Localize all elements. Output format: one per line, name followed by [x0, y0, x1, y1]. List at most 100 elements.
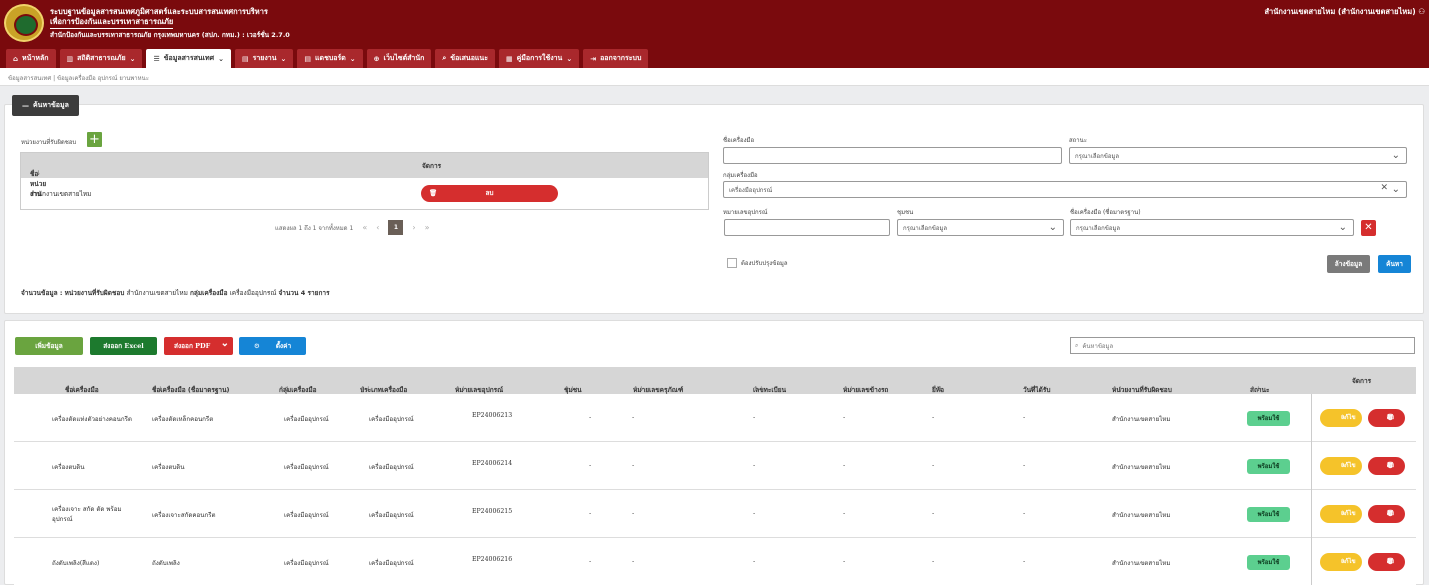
- cell-side-no: -: [843, 558, 846, 565]
- status-select[interactable]: กรุณาเลือกข้อมูล ⌄: [1069, 147, 1407, 164]
- delete-button[interactable]: 🗑 ลบ: [1368, 409, 1405, 427]
- nav-information[interactable]: ☰ ข้อมูลสารสนเทศ ⌄: [146, 49, 231, 68]
- export-excel-button[interactable]: ส่งออก Excel: [90, 337, 157, 355]
- delete-button[interactable]: 🗑 ลบ: [1368, 505, 1405, 523]
- cell-agency: สำนักงานเขตสายไหม: [1112, 416, 1171, 423]
- chevron-down-icon: ⌄: [280, 54, 287, 63]
- pager-info: แสดงผล 1 ถึง 1 จากทั้งหมด 1: [275, 224, 354, 232]
- cell-reg-no: -: [753, 462, 756, 469]
- equipment-table: ชื่อเครื่องมือ ↑↓ ชื่อเครื่องมือ (ชื่อมา…: [14, 367, 1416, 585]
- tool-name-input[interactable]: [723, 147, 1062, 164]
- cell-name: เครื่องตัดแท่งตัวอย่างคอนกรีต: [52, 416, 132, 423]
- community-label: ชุมชน: [897, 209, 914, 216]
- nav-logout[interactable]: ⇥ ออกจากระบบ: [583, 49, 649, 68]
- cell-community: -: [589, 510, 592, 517]
- group-select[interactable]: เครื่องมืออุปกรณ์ ✕ ⌄: [723, 181, 1407, 198]
- cell-equip-no: EP24006213: [472, 412, 513, 419]
- user-menu[interactable]: สำนักงานเขตสายไหม (สำนักงานเขตสายไหม) ⚇: [1264, 6, 1425, 18]
- cell-brand: -: [932, 414, 935, 421]
- clear-icon[interactable]: ✕: [1380, 183, 1388, 193]
- first-page-icon[interactable]: «: [362, 223, 367, 232]
- file-icon: ▤: [304, 54, 312, 63]
- delete-label: ลบ: [1386, 414, 1395, 421]
- community-placeholder: กรุณาเลือกข้อมูล: [903, 224, 948, 232]
- delete-label: ลบ: [485, 189, 494, 197]
- cell-name: ถังดับเพลิง(สีแดง): [52, 560, 100, 567]
- summary-group: เครื่องมืออุปกรณ์: [229, 289, 277, 297]
- chevron-down-icon: ⌄: [129, 54, 136, 63]
- cell-community: -: [589, 558, 592, 565]
- nav-statistics[interactable]: ▥ สถิติสาธารณภัย ⌄: [59, 49, 143, 68]
- nav-manual[interactable]: ▦ คู่มือการใช้งาน ⌄: [498, 49, 580, 68]
- delete-agency-button[interactable]: 🗑 ลบ: [421, 185, 558, 202]
- divider: [1311, 442, 1312, 490]
- sort-icon: ↑↓: [932, 385, 943, 393]
- last-page-icon[interactable]: »: [425, 223, 430, 232]
- sort-icon: ↑↓: [455, 385, 466, 393]
- edit-label: แก้ไข: [1341, 414, 1356, 421]
- status-label: สถานะ: [1069, 137, 1087, 144]
- clear-std-button[interactable]: ✕: [1361, 220, 1376, 236]
- cell-group: เครื่องมืออุปกรณ์: [284, 416, 329, 423]
- cell-date: -: [1023, 414, 1026, 421]
- next-page-icon[interactable]: ›: [412, 223, 415, 232]
- table-search-input[interactable]: ⌕ ค้นหาข้อมูล: [1070, 337, 1415, 354]
- nav-label: คู่มือการใช้งาน: [516, 54, 563, 62]
- equip-no-label: หมายเลขอุปกรณ์: [723, 209, 768, 216]
- cell-reg-no: -: [753, 510, 756, 517]
- cell-side-no: -: [843, 414, 846, 421]
- cell-type: เครื่องมืออุปกรณ์: [369, 560, 414, 567]
- export-pdf-button[interactable]: ส่งออก PDF ⌄: [164, 337, 233, 355]
- std-name-select[interactable]: กรุณาเลือกข้อมูล ⌄: [1070, 219, 1354, 236]
- cell-brand: -: [932, 510, 935, 517]
- edit-button[interactable]: ✎ แก้ไข: [1320, 553, 1362, 571]
- nav-feedback[interactable]: ⌕ ข้อเสนอแนะ: [435, 49, 495, 68]
- sort-icon: ↑↓: [152, 385, 163, 393]
- prev-page-icon[interactable]: ‹: [376, 223, 379, 232]
- add-button[interactable]: เพิ่มข้อมูล: [15, 337, 83, 355]
- cell-asset-no: -: [632, 510, 635, 517]
- cell-std-name: เครื่องตบดิน: [152, 464, 185, 471]
- nav-label: แดชบอร์ด: [315, 54, 346, 62]
- clear-button[interactable]: ล้างข้อมูล: [1327, 255, 1370, 273]
- equip-no-input[interactable]: [724, 219, 890, 236]
- repair-checkbox[interactable]: [727, 258, 737, 268]
- edit-button[interactable]: ✎ แก้ไข: [1320, 457, 1362, 475]
- delete-button[interactable]: 🗑 ลบ: [1368, 457, 1405, 475]
- nav-home[interactable]: ⌂ หน้าหลัก: [6, 49, 56, 68]
- community-select[interactable]: กรุณาเลือกข้อมูล ⌄: [897, 219, 1064, 236]
- group-value: เครื่องมืออุปกรณ์: [729, 186, 773, 194]
- cell-std-name: เครื่องตัดเหล็กคอนกรีต: [152, 416, 214, 423]
- edit-button[interactable]: ✎ แก้ไข: [1320, 409, 1362, 427]
- app-header: ระบบฐานข้อมูลสารสนเทศภูมิศาสตร์และระบบสา…: [0, 0, 1429, 68]
- chevron-down-icon: ⌄: [1391, 150, 1400, 161]
- file-icon: ▤: [241, 54, 249, 63]
- cell-type: เครื่องมืออุปกรณ์: [369, 416, 414, 423]
- sort-icon: ↑↓: [1023, 385, 1034, 393]
- delete-label: ลบ: [1386, 558, 1395, 565]
- nav-dashboard[interactable]: ▤ แดชบอร์ด ⌄: [297, 49, 363, 68]
- edit-button[interactable]: ✎ แก้ไข: [1320, 505, 1362, 523]
- nav-reports[interactable]: ▤ รายงาน ⌄: [234, 49, 294, 68]
- cell-type: เครื่องมืออุปกรณ์: [369, 464, 414, 471]
- table-row: เครื่องเจาะ สกัด ตัด พร้อม อุปกรณ์ เครื่…: [14, 490, 1416, 538]
- settings-button[interactable]: ⚙ ตั้งค่า: [239, 337, 306, 355]
- status-badge: พร้อมใช้: [1247, 507, 1290, 522]
- chevron-down-icon: ⌄: [1338, 222, 1347, 233]
- chevron-down-icon: ⌄: [566, 54, 573, 63]
- edit-label: แก้ไข: [1341, 462, 1356, 469]
- home-icon: ⌂: [13, 54, 19, 63]
- cell-side-no: -: [843, 462, 846, 469]
- search-button[interactable]: ค้นหา: [1378, 255, 1411, 273]
- gear-icon: ⚙: [253, 342, 260, 350]
- search-section-toggle[interactable]: — ค้นหาข้อมูล: [12, 95, 79, 116]
- cell-equip-no: EP24006216: [472, 556, 513, 563]
- chevron-down-icon: ⌄: [349, 54, 356, 63]
- add-agency-button[interactable]: +: [87, 132, 102, 147]
- repair-label: ต้องปรับปรุงข้อมูล: [741, 260, 788, 267]
- summary-line: จำนวนข้อมูล : หน่วยงานที่รับผิดชอบ สำนัก…: [21, 288, 330, 298]
- delete-button[interactable]: 🗑 ลบ: [1368, 553, 1405, 571]
- page-1-button[interactable]: 1: [388, 220, 404, 235]
- nav-website[interactable]: ⊕ เว็บไซต์สำนัก: [366, 49, 432, 68]
- nav-label: ข้อมูลสารสนเทศ: [163, 54, 215, 62]
